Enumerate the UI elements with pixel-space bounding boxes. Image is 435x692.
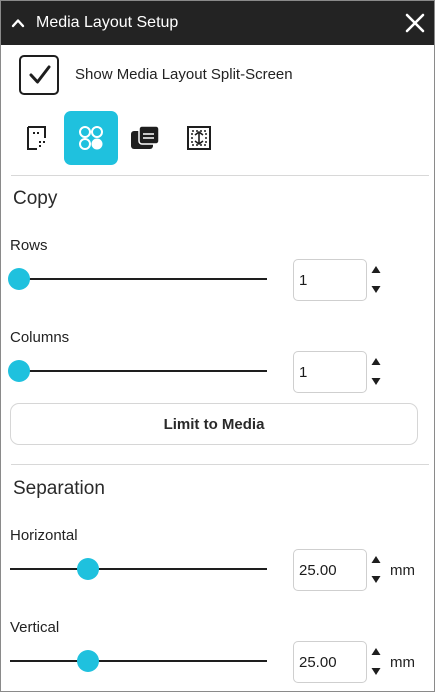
vertical-spinner[interactable] xyxy=(370,645,382,681)
divider xyxy=(11,464,429,465)
up-down-arrows-icon xyxy=(371,556,381,583)
slider-thumb[interactable] xyxy=(77,558,100,580)
slider-thumb[interactable] xyxy=(8,268,30,290)
four-circles-layout-icon xyxy=(79,126,103,150)
slider-track xyxy=(10,278,267,280)
up-down-arrows-icon xyxy=(371,358,381,385)
rows-label: Rows xyxy=(10,237,48,254)
slider-track xyxy=(10,568,267,570)
vertical-unit: mm xyxy=(390,654,415,671)
vertical-separation-input[interactable]: 25.00 xyxy=(293,641,367,683)
limit-to-media-button[interactable]: Limit to Media xyxy=(10,403,418,445)
mode-button-layout[interactable] xyxy=(64,111,118,165)
separation-section-title: Separation xyxy=(13,478,105,499)
page-dotted-corner-icon xyxy=(27,126,46,150)
columns-label: Columns xyxy=(10,329,70,346)
up-down-arrows-icon xyxy=(371,266,381,293)
horizontal-label: Horizontal xyxy=(10,527,78,544)
close-icon[interactable] xyxy=(405,13,425,33)
mode-button-roll[interactable] xyxy=(118,111,172,165)
split-screen-label: Show Media Layout Split-Screen xyxy=(75,66,293,83)
slider-track xyxy=(10,660,267,662)
horizontal-separation-slider[interactable] xyxy=(10,557,267,581)
slider-track xyxy=(10,370,267,372)
panel-title: Media Layout Setup xyxy=(36,14,179,31)
mode-button-fit[interactable] xyxy=(172,111,226,165)
checkmark-icon xyxy=(29,65,51,84)
up-down-arrows-icon xyxy=(371,648,381,675)
columns-slider[interactable] xyxy=(8,359,267,383)
divider xyxy=(11,175,429,176)
split-screen-checkbox[interactable] xyxy=(19,55,59,95)
copy-section-title: Copy xyxy=(13,188,58,209)
title-bar: Media Layout Setup xyxy=(1,1,434,45)
horizontal-spinner[interactable] xyxy=(370,553,382,589)
columns-spinner[interactable] xyxy=(370,355,382,391)
rows-slider[interactable] xyxy=(8,267,267,291)
horizontal-unit: mm xyxy=(390,562,415,579)
page-fit-icon xyxy=(187,126,211,150)
chevron-up-icon[interactable] xyxy=(10,15,26,31)
mode-button-page[interactable] xyxy=(10,111,64,165)
vertical-separation-slider[interactable] xyxy=(10,649,267,673)
vertical-label: Vertical xyxy=(10,619,60,636)
horizontal-separation-input[interactable]: 25.00 xyxy=(293,549,367,591)
roll-media-icon xyxy=(131,125,160,149)
columns-input[interactable]: 1 xyxy=(293,351,367,393)
media-layout-setup-panel: Media Layout Setup Show Media Layout Spl… xyxy=(0,0,435,692)
slider-thumb[interactable] xyxy=(77,650,100,672)
rows-input[interactable]: 1 xyxy=(293,259,367,301)
slider-thumb[interactable] xyxy=(8,360,30,382)
rows-spinner[interactable] xyxy=(370,263,382,299)
